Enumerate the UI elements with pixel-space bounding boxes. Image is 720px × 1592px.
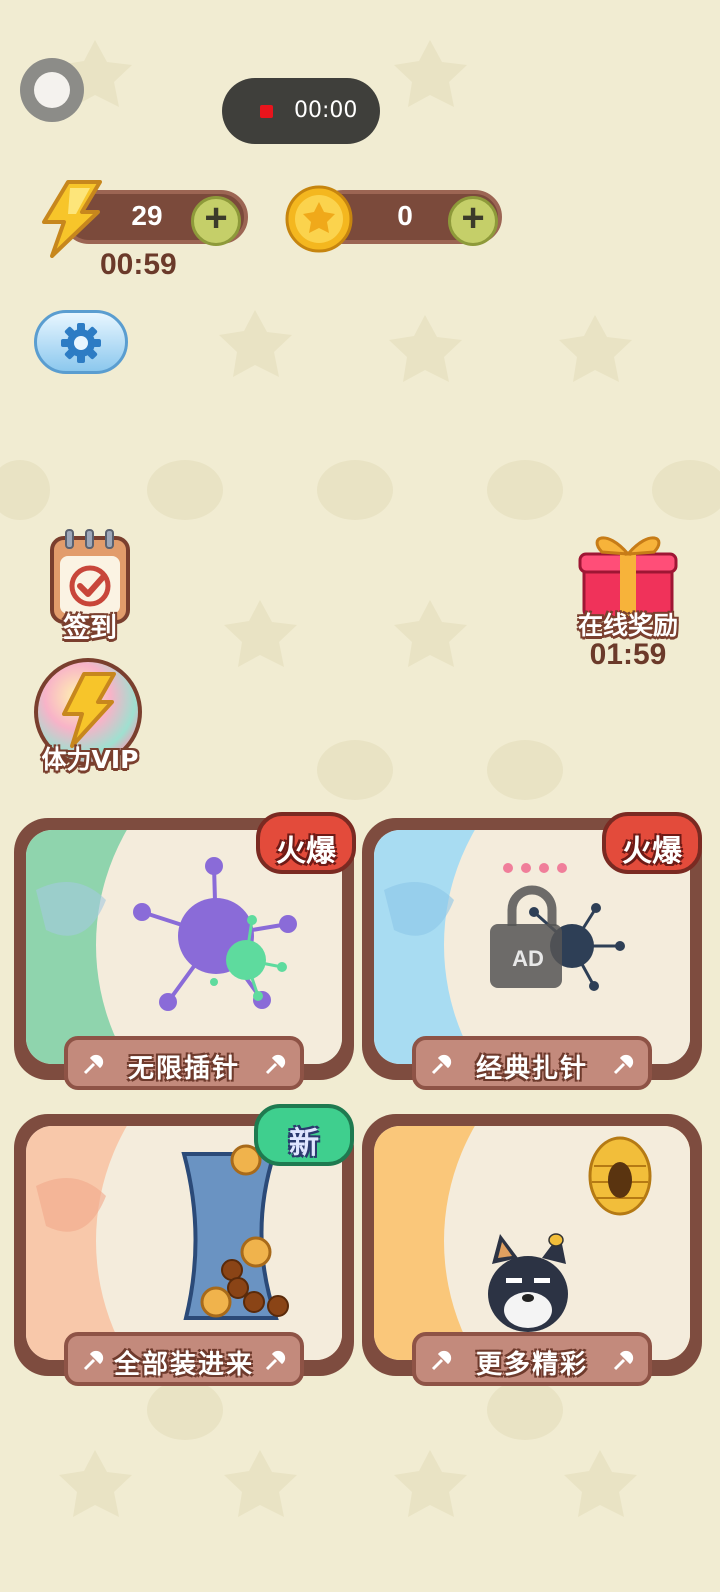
game-card-classic-pins[interactable]: AD 经典扎针 火爆 (362, 812, 702, 1090)
pin-icon (265, 1350, 286, 1371)
badge-text: 火爆 (622, 834, 682, 869)
hot-badge: 火爆 (602, 812, 702, 874)
gear-icon (61, 323, 101, 363)
dog-beehive-art (374, 1126, 690, 1360)
card-artwork (374, 1126, 690, 1360)
game-card-more-games[interactable]: 更多精彩 (362, 1114, 702, 1386)
add-coins-button[interactable]: + (448, 196, 498, 246)
recording-time: 00:00 (294, 98, 358, 123)
plus-icon: + (204, 196, 228, 240)
screen-record-button[interactable] (20, 58, 84, 122)
badge-text: 新 (289, 1126, 319, 1161)
hot-badge: 火爆 (256, 812, 356, 874)
recording-indicator[interactable]: 00:00 (222, 78, 380, 144)
online-reward-button[interactable]: 在线奖励 01:59 (566, 526, 690, 676)
energy-timer: 00:59 (100, 248, 177, 281)
energy-vip-label: 体力VIP (41, 745, 139, 774)
card-title-plate: 无限插针 (64, 1036, 304, 1090)
card-title-plate: 全部装进来 (64, 1332, 304, 1386)
card-title-plate: 经典扎针 (412, 1036, 652, 1090)
card-title-plate: 更多精彩 (412, 1332, 652, 1386)
pin-icon (613, 1054, 634, 1075)
settings-button[interactable] (34, 310, 128, 374)
signin-button[interactable]: 签到 (40, 528, 140, 648)
online-reward-timer: 01:59 (589, 638, 667, 671)
game-card-fit-all-in[interactable]: 全部装进来 新 (14, 1104, 354, 1386)
pin-icon (613, 1350, 634, 1371)
lightning-icon (42, 180, 102, 258)
new-badge: 新 (254, 1104, 354, 1166)
record-icon (260, 105, 273, 118)
badge-text: 火爆 (276, 834, 336, 869)
signin-label: 签到 (63, 613, 117, 644)
online-reward-label: 在线奖励 (577, 611, 678, 640)
coin-icon (285, 185, 353, 253)
add-energy-button[interactable]: + (191, 196, 241, 246)
ad-lock-text: AD (512, 946, 544, 971)
plus-icon: + (461, 196, 485, 240)
game-card-infinite-pins[interactable]: 无限插针 火爆 (14, 812, 356, 1090)
energy-vip-button[interactable]: 体力VIP (28, 656, 152, 776)
pin-icon (265, 1054, 286, 1075)
